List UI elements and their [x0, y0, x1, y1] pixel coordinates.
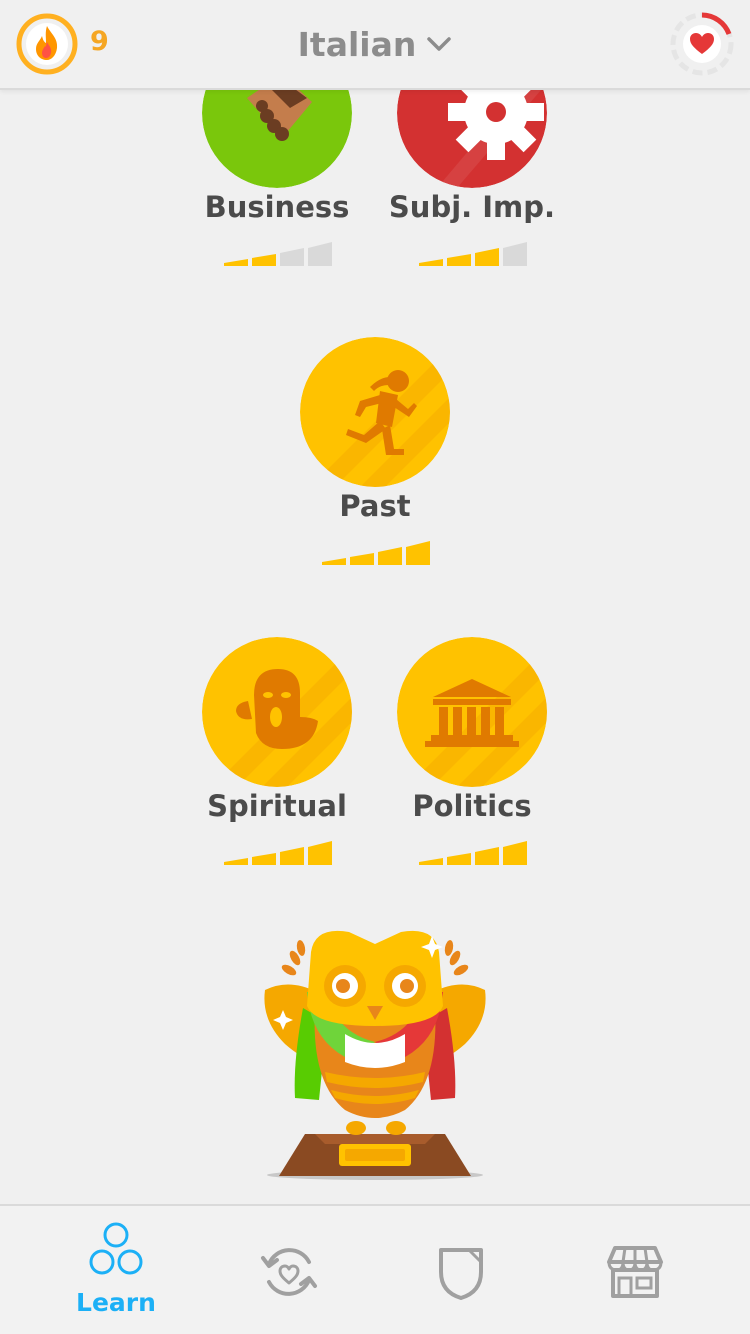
learn-screen: 9 Italian Business Subj. Imp. Past Spiri… — [0, 0, 750, 1334]
strength-meter — [419, 242, 527, 266]
heart-icon[interactable] — [668, 10, 736, 78]
chevron-down-icon — [427, 37, 452, 51]
league-shield-icon — [439, 1248, 483, 1300]
tab-shop[interactable] — [558, 1206, 708, 1334]
tab-learn[interactable]: Learn — [41, 1206, 191, 1334]
skill-circle — [202, 637, 352, 787]
language-label: Italian — [297, 24, 417, 64]
skill-label: Politics — [412, 789, 532, 823]
learn-circles-icon — [89, 1222, 143, 1275]
skill-label: Past — [339, 489, 411, 523]
streak-count: 9 — [90, 26, 109, 57]
skill-label: Spiritual — [207, 789, 347, 823]
tab-learn-label: Learn — [76, 1288, 156, 1317]
skill-spiritual[interactable]: Spiritual — [177, 637, 377, 877]
owl-trophy-icon[interactable] — [255, 922, 495, 1184]
strength-meter — [224, 242, 332, 266]
government-building-icon — [397, 637, 547, 787]
ghost-icon — [202, 637, 352, 787]
bottom-navigation: Learn — [0, 1204, 750, 1334]
tab-leagues[interactable] — [386, 1206, 536, 1334]
skill-label: Subj. Imp. — [388, 190, 556, 224]
strength-meter — [419, 841, 527, 865]
streak-counter[interactable]: 9 — [15, 12, 135, 76]
flame-icon — [16, 13, 78, 75]
runner-icon — [300, 337, 450, 487]
language-selector[interactable]: Italian — [290, 18, 460, 70]
skill-label: Business — [204, 190, 350, 224]
skill-circle — [300, 337, 450, 487]
skill-circle — [397, 637, 547, 787]
skill-politics[interactable]: Politics — [372, 637, 572, 877]
tab-practice[interactable] — [214, 1206, 364, 1334]
skill-past[interactable]: Past — [275, 337, 475, 577]
top-bar: 9 Italian — [0, 0, 750, 90]
shop-icon — [607, 1246, 663, 1298]
strength-meter — [224, 841, 332, 865]
practice-heart-icon — [261, 1248, 317, 1296]
strength-meter — [322, 541, 430, 565]
